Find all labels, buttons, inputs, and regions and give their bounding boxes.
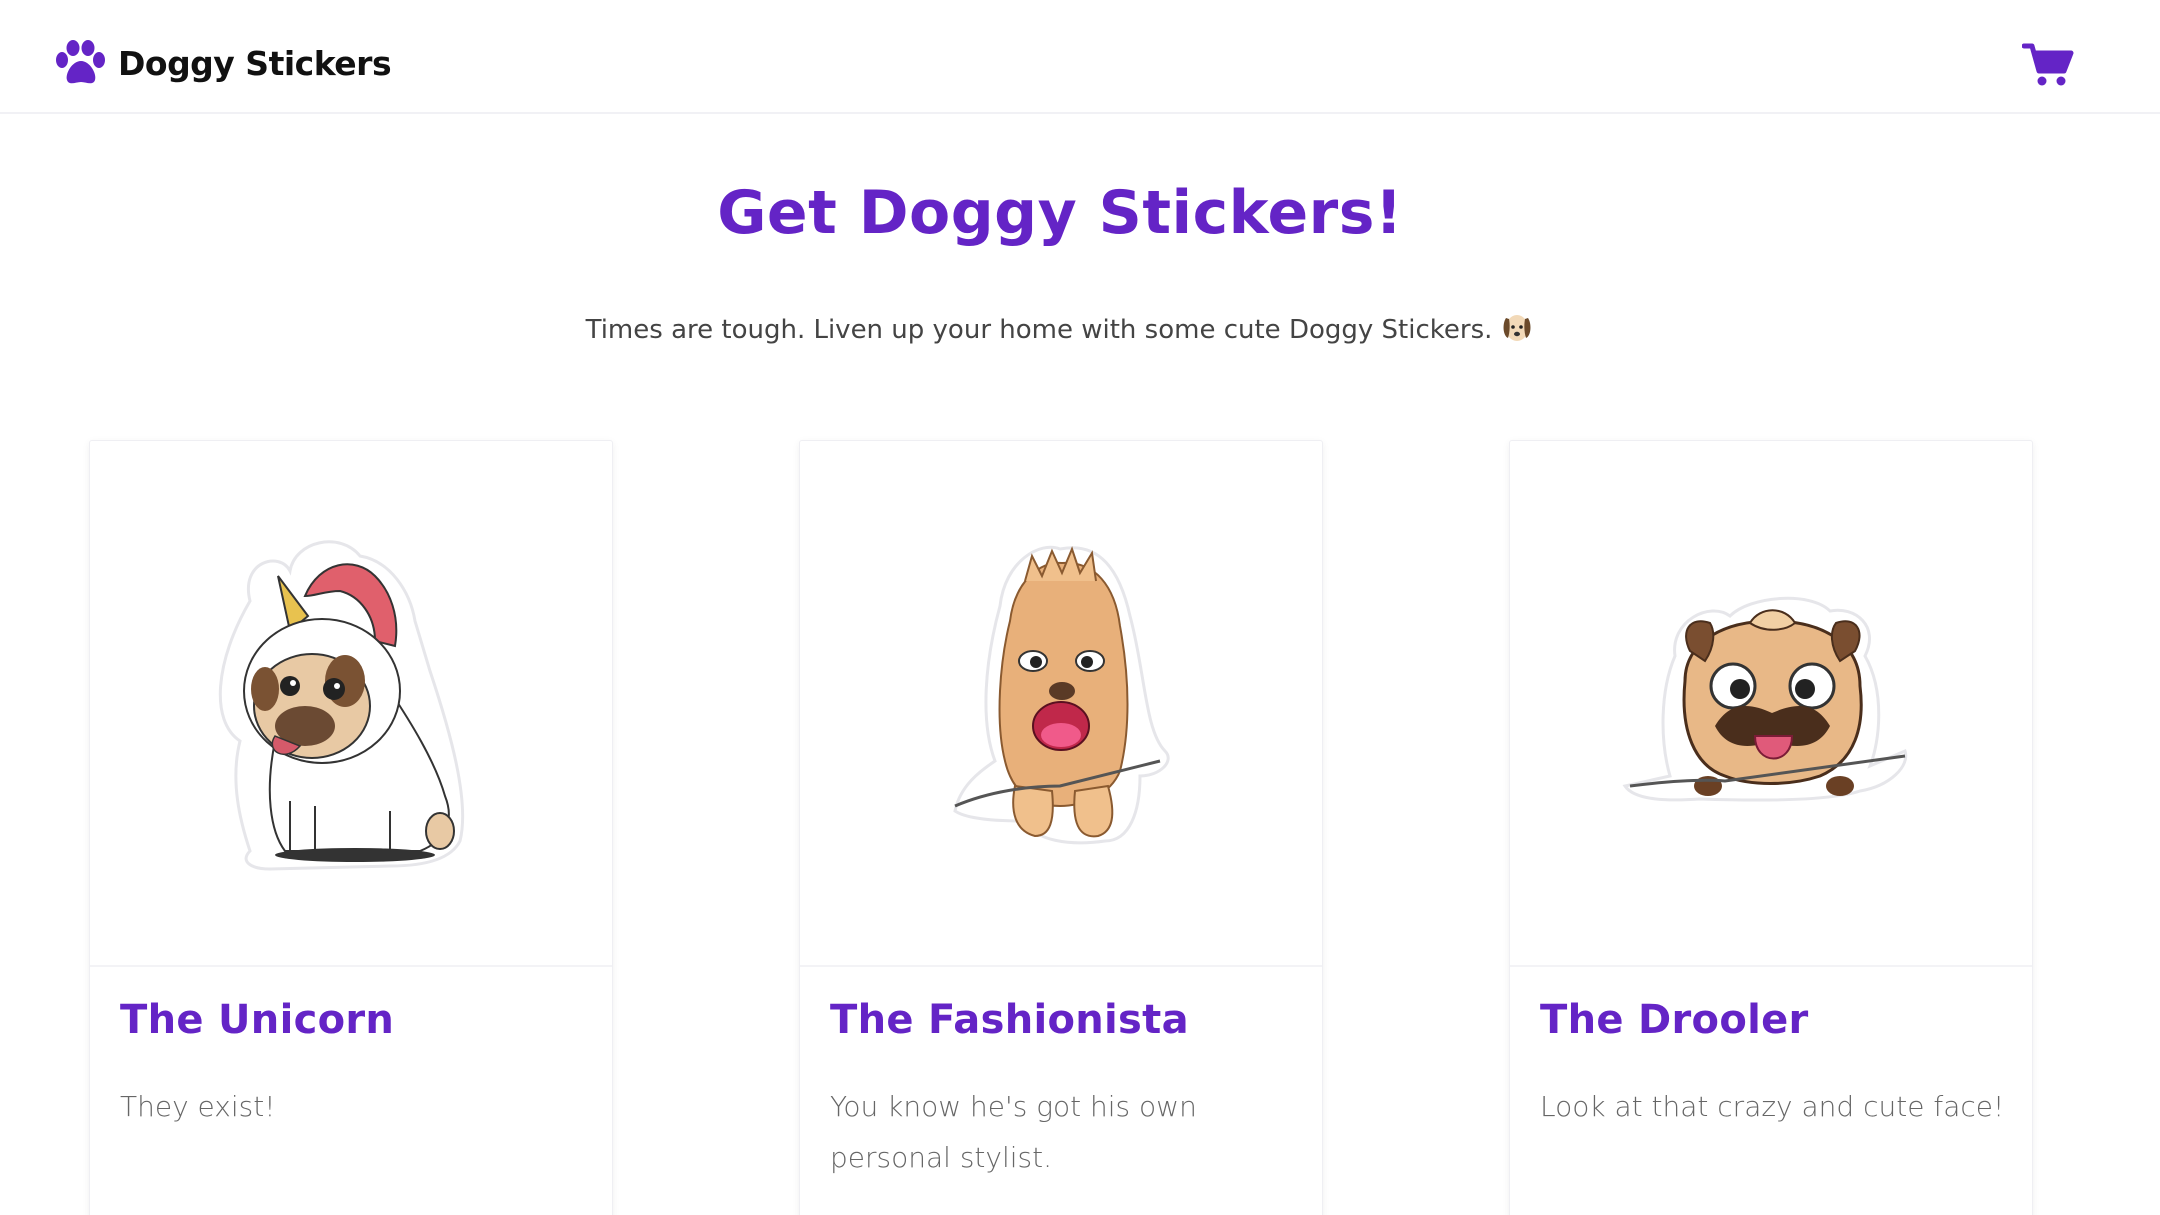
product-image-fashionista[interactable] <box>800 441 1322 967</box>
navbar: Doggy Stickers <box>0 0 2160 114</box>
pug-unicorn-sticker-icon <box>218 540 465 871</box>
product-card: The Drooler Look at that crazy and cute … <box>1509 440 2033 1215</box>
product-card: The Fashionista You know he's got his ow… <box>799 440 1323 1215</box>
page-title: Get Doggy Stickers! <box>717 178 1403 248</box>
dog-face-emoji-icon <box>1503 315 1531 341</box>
product-image-unicorn[interactable] <box>90 441 612 967</box>
product-title[interactable]: The Unicorn <box>120 997 394 1043</box>
product-description: They exist! <box>120 1090 276 1123</box>
product-description: You know he's got his own personal styli… <box>830 1090 1197 1174</box>
brand-link[interactable]: Doggy Stickers <box>54 40 392 86</box>
brand-name: Doggy Stickers <box>118 43 392 83</box>
product-title[interactable]: The Fashionista <box>830 997 1189 1043</box>
paw-icon <box>56 40 105 84</box>
cart-button[interactable] <box>2021 42 2074 88</box>
shopping-cart-icon <box>2021 43 2074 86</box>
product-image-drooler[interactable] <box>1510 441 2032 967</box>
pug-drooler-sticker-icon <box>1622 596 1908 802</box>
page: Doggy Stickers Get Doggy Stickers! Times… <box>0 0 2160 1215</box>
shaggy-dog-sticker-icon <box>953 545 1170 845</box>
hero-subtitle-text: Times are tough. Liven up your home with… <box>585 315 1493 345</box>
product-card: The Unicorn They exist! <box>89 440 613 1215</box>
product-title[interactable]: The Drooler <box>1540 997 1809 1043</box>
product-description: Look at that crazy and cute face! <box>1540 1090 2005 1123</box>
hero-subtitle: Times are tough. Liven up your home with… <box>0 310 2120 345</box>
